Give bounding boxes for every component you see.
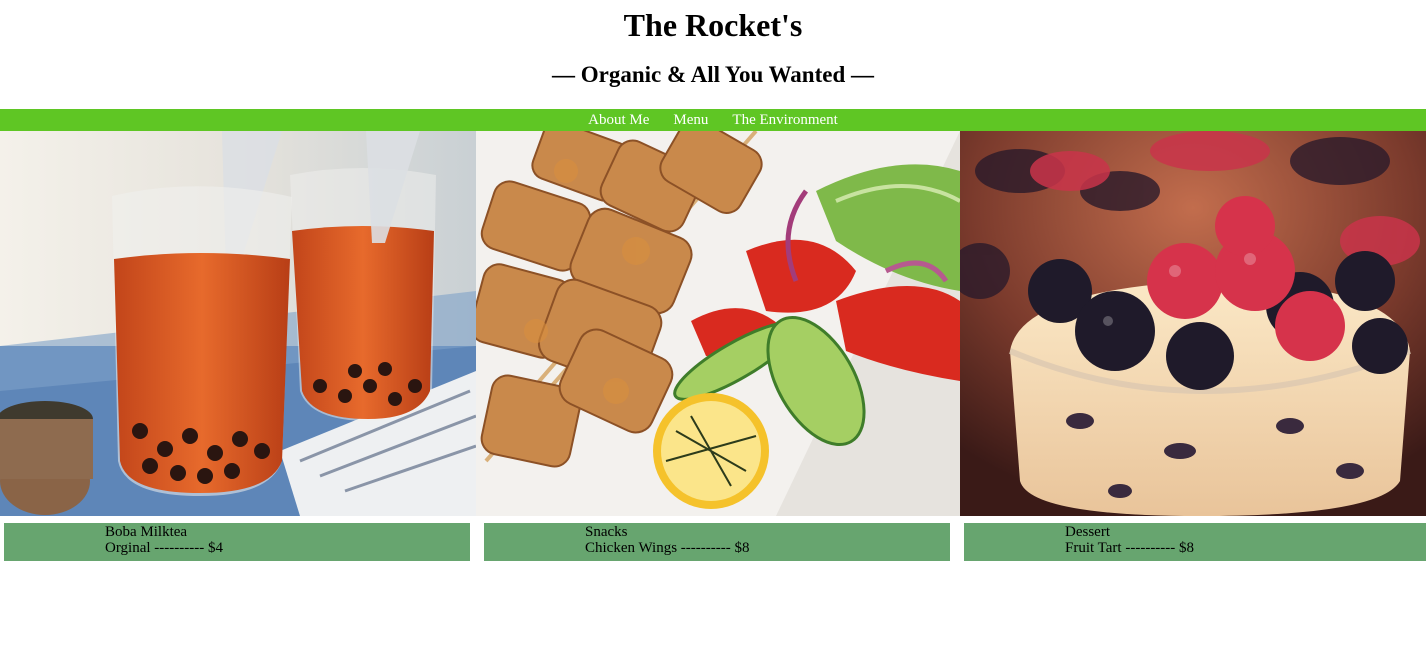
menu-category: Boba Milktea: [105, 524, 188, 540]
menu-card-dessert: Dessert Fruit Tart ---------- $8: [964, 523, 1426, 561]
site-title: The Rocket's: [623, 7, 803, 43]
menu-captions: Boba Milktea Orginal ---------- $4 Snack…: [0, 523, 1426, 561]
menu-category: Snacks: [585, 524, 628, 540]
nav-link-the-environment[interactable]: The Environment: [732, 112, 837, 129]
page-header: The Rocket's — Organic & All You Wanted …: [0, 0, 1426, 89]
photo-strip: [0, 131, 1426, 516]
menu-category: Dessert: [1065, 524, 1110, 540]
nav-link-about-me[interactable]: About Me: [588, 112, 649, 129]
menu-card-boba-milktea: Boba Milktea Orginal ---------- $4: [4, 523, 470, 561]
menu-item-price: Chicken Wings ---------- $8: [585, 540, 750, 556]
nav-link-menu[interactable]: Menu: [673, 112, 708, 129]
chicken-skewers-photo: [476, 131, 960, 516]
berry-dessert-photo: [960, 131, 1426, 516]
menu-item-price: Orginal ---------- $4: [105, 540, 224, 556]
boba-milktea-photo: [0, 131, 476, 516]
nav-bar: About Me Menu The Environment: [0, 109, 1426, 131]
menu-card-snacks: Snacks Chicken Wings ---------- $8: [484, 523, 950, 561]
menu-item-price: Fruit Tart ---------- $8: [1065, 540, 1195, 556]
site-tagline: — Organic & All You Wanted —: [551, 62, 875, 87]
